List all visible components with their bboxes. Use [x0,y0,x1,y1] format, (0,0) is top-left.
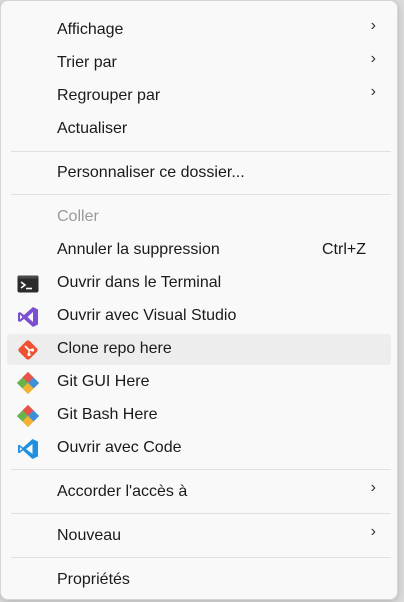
menu-item-label: Propriétés [57,571,130,588]
menu-item-ouvrir-terminal[interactable]: Ouvrir dans le Terminal [7,268,391,299]
menu-separator [11,469,391,470]
menu-item-label: Ouvrir avec Visual Studio [57,307,237,324]
menu-item-git-gui[interactable]: Git GUI Here [7,367,391,398]
menu-item-annuler-suppression[interactable]: Annuler la suppression Ctrl+Z [7,235,391,266]
menu-item-label: Clone repo here [57,340,172,357]
chevron-right-icon: › [370,479,376,496]
chevron-right-icon: › [370,50,376,67]
menu-item-label: Ouvrir dans le Terminal [57,274,222,291]
menu-item-accorder-acces[interactable]: Accorder l'accès à › [7,477,391,508]
menu-item-label: Affichage [57,21,124,38]
visual-studio-icon [17,306,39,328]
chevron-right-icon: › [370,17,376,34]
menu-separator [11,151,391,152]
menu-item-git-bash[interactable]: Git Bash Here [7,400,391,431]
menu-item-actualiser[interactable]: Actualiser [7,114,391,145]
menu-item-label: Ouvrir avec Code [57,439,182,456]
menu-item-label: Actualiser [57,120,128,137]
menu-item-label: Git GUI Here [57,373,150,390]
menu-separator [11,557,391,558]
git-gui-icon [16,371,40,395]
chevron-right-icon: › [370,83,376,100]
menu-item-clone-repo[interactable]: Clone repo here [7,334,391,365]
menu-item-label: Git Bash Here [57,406,158,423]
menu-item-ouvrir-visual-studio[interactable]: Ouvrir avec Visual Studio [7,301,391,332]
menu-item-label: Nouveau [57,527,122,544]
git-bash-icon [16,404,40,428]
menu-item-label: Coller [57,208,99,225]
context-menu: Affichage › Trier par › Regrouper par › … [0,0,398,600]
shortcut-label: Ctrl+Z [322,241,366,258]
menu-item-trier-par[interactable]: Trier par › [7,48,391,79]
menu-item-personnaliser[interactable]: Personnaliser ce dossier... [7,158,391,189]
menu-item-label: Annuler la suppression [57,241,220,258]
terminal-icon [17,273,39,295]
menu-separator [11,513,391,514]
menu-item-coller[interactable]: Coller [7,202,391,233]
chevron-right-icon: › [370,523,376,540]
menu-item-label: Regrouper par [57,87,161,104]
vscode-icon [17,438,39,460]
menu-item-regrouper-par[interactable]: Regrouper par › [7,81,391,112]
menu-item-label: Personnaliser ce dossier... [57,164,245,181]
git-clone-icon [17,339,39,361]
menu-item-nouveau[interactable]: Nouveau › [7,521,391,552]
menu-item-ouvrir-code[interactable]: Ouvrir avec Code [7,433,391,464]
menu-item-affichage[interactable]: Affichage › [7,15,391,46]
menu-item-label: Trier par [57,54,117,71]
menu-item-label: Accorder l'accès à [57,483,188,500]
menu-separator [11,194,391,195]
menu-item-proprietes[interactable]: Propriétés [7,565,391,596]
